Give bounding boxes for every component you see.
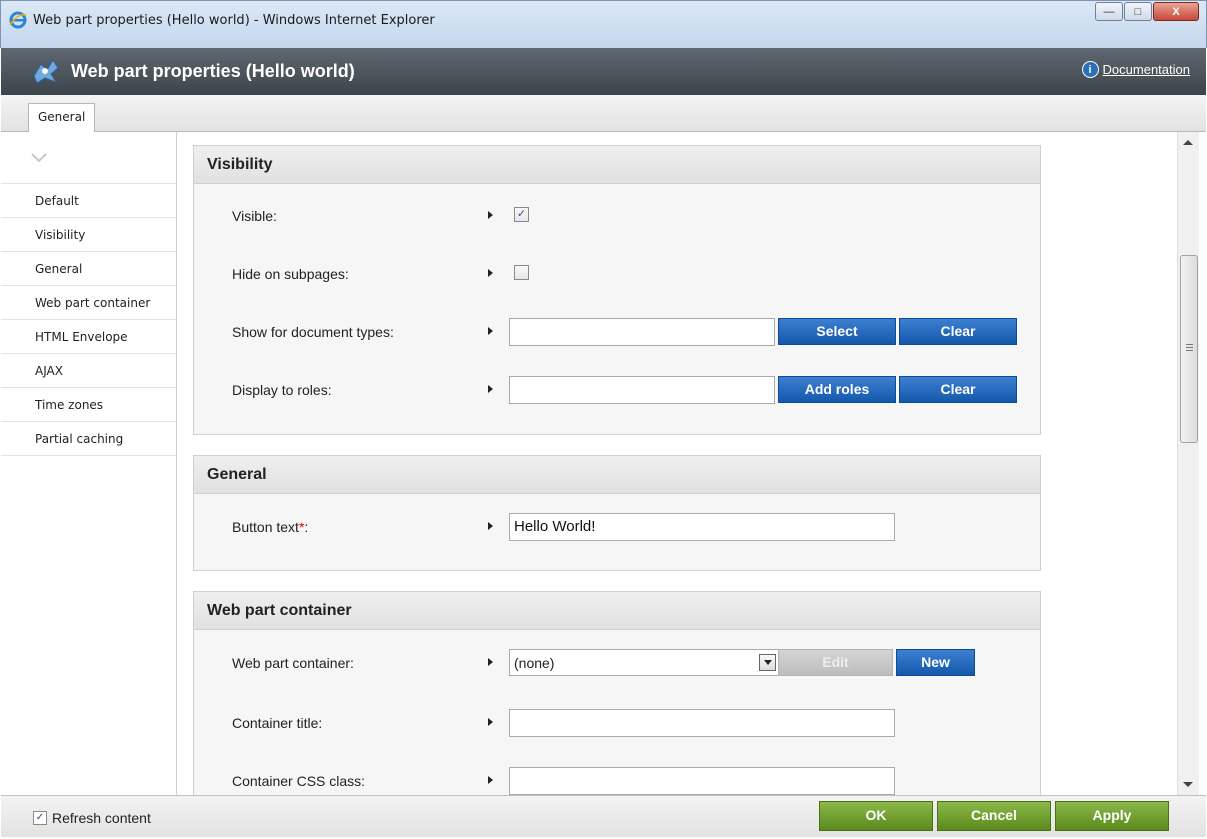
internet-explorer-icon	[9, 11, 27, 29]
web-part-logo-icon	[33, 59, 59, 84]
web-part-container-row: Web part container: (none) Edit New	[194, 649, 1040, 677]
document-types-row: Show for document types: Select Clear	[194, 318, 1040, 346]
refresh-content-option[interactable]: ✓ Refresh content	[33, 810, 151, 826]
document-types-input[interactable]	[509, 318, 775, 346]
container-css-class-input[interactable]	[509, 767, 895, 795]
new-container-button[interactable]: New	[896, 649, 975, 676]
hide-on-subpages-row: Hide on subpages:	[194, 260, 1040, 288]
window-controls: — □ X	[1094, 2, 1199, 21]
container-title-label: Container title:	[232, 715, 323, 731]
grip-icon	[1186, 344, 1193, 351]
general-section: General Button text*: Hello World!	[193, 455, 1041, 571]
maximize-button[interactable]: □	[1124, 2, 1152, 21]
sidebar-item-partial-caching[interactable]: Partial caching	[1, 422, 176, 456]
sidebar-item-time-zones[interactable]: Time zones	[1, 388, 176, 422]
visible-checkbox[interactable]: ✓	[514, 207, 529, 222]
sidebar-item-ajax[interactable]: AJAX	[1, 354, 176, 388]
minimize-button[interactable]: —	[1095, 2, 1123, 21]
scrollbar-thumb[interactable]	[1180, 255, 1198, 443]
visible-label: Visible:	[232, 208, 277, 224]
app-header: Web part properties (Hello world) i Docu…	[1, 48, 1206, 95]
container-title-input[interactable]	[509, 709, 895, 737]
field-arrow-icon	[488, 385, 493, 393]
vertical-scrollbar[interactable]	[1177, 132, 1199, 795]
field-arrow-icon	[488, 269, 493, 277]
display-to-roles-label: Display to roles:	[232, 382, 332, 398]
visibility-section: Visibility Visible: ✓ Hide on subpages: …	[193, 145, 1041, 435]
collapse-toggle[interactable]	[1, 132, 176, 184]
dropdown-arrow-icon[interactable]	[759, 654, 776, 671]
window-titlebar: Web part properties (Hello world) - Wind…	[0, 0, 1207, 48]
web-part-container-section: Web part container Web part container: (…	[193, 591, 1041, 795]
footer-bar: ✓ Refresh content OK Cancel Apply	[1, 795, 1206, 837]
web-part-container-section-title: Web part container	[194, 592, 1040, 630]
scroll-down-icon[interactable]	[1183, 782, 1193, 787]
visibility-section-title: Visibility	[194, 146, 1040, 184]
clear-roles-button[interactable]: Clear	[899, 376, 1017, 403]
cancel-button[interactable]: Cancel	[937, 801, 1051, 831]
scroll-up-icon[interactable]	[1183, 140, 1193, 145]
refresh-content-label: Refresh content	[52, 810, 151, 826]
button-text-input[interactable]: Hello World!	[509, 513, 895, 541]
button-text-label-text: Button text	[232, 519, 299, 535]
display-to-roles-row: Display to roles: Add roles Clear	[194, 376, 1040, 404]
page-title: Web part properties (Hello world)	[71, 61, 355, 81]
sidebar-item-visibility[interactable]: Visibility	[1, 218, 176, 252]
close-button[interactable]: X	[1153, 2, 1199, 21]
visible-row: Visible: ✓	[194, 202, 1040, 230]
web-part-container-select[interactable]: (none)	[509, 649, 779, 676]
ok-button[interactable]: OK	[819, 801, 933, 831]
document-types-label: Show for document types:	[232, 324, 394, 340]
display-to-roles-input[interactable]	[509, 376, 775, 404]
refresh-content-checkbox[interactable]: ✓	[33, 811, 47, 825]
button-text-label: Button text*:	[232, 519, 308, 535]
main-content: Visibility Visible: ✓ Hide on subpages: …	[178, 132, 1177, 795]
field-arrow-icon	[488, 522, 493, 530]
sidebar-item-general[interactable]: General	[1, 252, 176, 286]
select-button[interactable]: Select	[778, 318, 896, 345]
edit-container-button: Edit	[778, 649, 893, 676]
field-arrow-icon	[488, 327, 493, 335]
documentation-link[interactable]: i Documentation	[1081, 61, 1190, 78]
documentation-label[interactable]: Documentation	[1103, 62, 1190, 77]
hide-on-subpages-label: Hide on subpages:	[232, 266, 349, 282]
field-arrow-icon	[488, 211, 493, 219]
info-icon: i	[1081, 61, 1099, 78]
field-arrow-icon	[488, 658, 493, 666]
button-text-colon: :	[304, 519, 309, 535]
add-roles-button[interactable]: Add roles	[778, 376, 896, 403]
web-part-container-value: (none)	[514, 655, 555, 671]
window-title: Web part properties (Hello world) - Wind…	[33, 13, 435, 28]
container-css-class-row: Container CSS class:	[194, 767, 1040, 795]
field-arrow-icon	[488, 776, 493, 784]
tab-general[interactable]: General	[28, 103, 96, 133]
button-text-row: Button text*: Hello World!	[194, 513, 1040, 541]
sidebar-item-html-envelope[interactable]: HTML Envelope	[1, 320, 176, 354]
field-arrow-icon	[488, 718, 493, 726]
web-part-container-label: Web part container:	[232, 655, 354, 671]
chevron-down-icon	[31, 152, 47, 162]
apply-button[interactable]: Apply	[1055, 801, 1169, 831]
general-section-title: General	[194, 456, 1040, 494]
sidebar-item-web-part-container[interactable]: Web part container	[1, 286, 176, 320]
container-title-row: Container title:	[194, 709, 1040, 737]
hide-on-subpages-checkbox[interactable]	[514, 265, 529, 280]
tabs-bar: General	[1, 95, 1206, 133]
sidebar-item-default[interactable]: Default	[1, 184, 176, 218]
sidebar: Default Visibility General Web part cont…	[1, 132, 177, 795]
container-css-class-label: Container CSS class:	[232, 773, 366, 789]
clear-document-types-button[interactable]: Clear	[899, 318, 1017, 345]
